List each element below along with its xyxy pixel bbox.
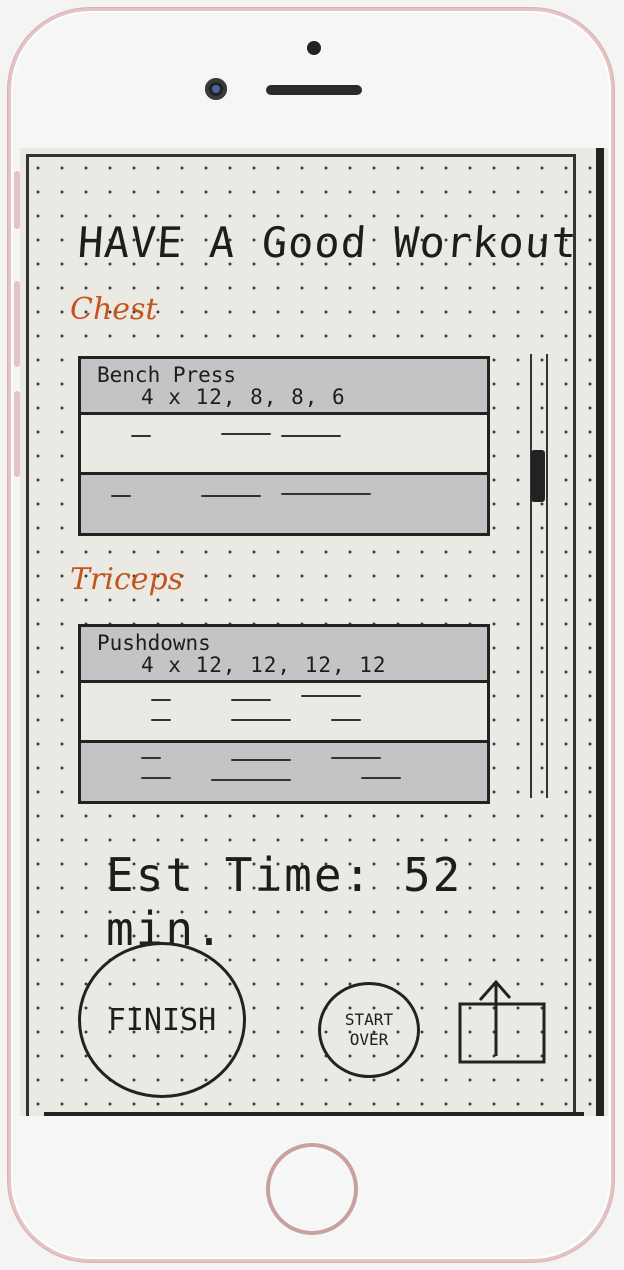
placeholder-line bbox=[111, 495, 131, 497]
bottom-edge bbox=[44, 1112, 584, 1116]
placeholder-line bbox=[201, 495, 261, 497]
list-item[interactable] bbox=[81, 475, 487, 533]
placeholder-line bbox=[211, 779, 291, 781]
exercise-name: Pushdowns bbox=[97, 631, 211, 655]
placeholder-line bbox=[301, 695, 361, 697]
paper-shadow-edge bbox=[596, 148, 604, 1116]
home-button[interactable] bbox=[266, 1143, 358, 1235]
placeholder-line bbox=[331, 719, 361, 721]
placeholder-line bbox=[131, 435, 151, 437]
section-title-chest: Chest bbox=[70, 292, 158, 327]
placeholder-line bbox=[331, 757, 381, 759]
front-camera bbox=[205, 78, 227, 100]
placeholder-line bbox=[281, 493, 371, 495]
exercise-list-chest: Bench Press 4 x 12, 8, 8, 6 bbox=[78, 356, 490, 536]
share-button[interactable] bbox=[454, 972, 550, 1068]
exercise-list-triceps: Pushdowns 4 x 12, 12, 12, 12 bbox=[78, 624, 490, 804]
placeholder-line bbox=[141, 777, 171, 779]
scrollbar-thumb[interactable] bbox=[531, 450, 545, 502]
exercise-sets: 4 x 12, 8, 8, 6 bbox=[141, 385, 346, 409]
list-item[interactable]: Pushdowns 4 x 12, 12, 12, 12 bbox=[81, 627, 487, 683]
section-title-triceps: Triceps bbox=[70, 562, 184, 597]
earpiece-speaker bbox=[266, 85, 362, 95]
share-icon bbox=[458, 979, 546, 1064]
placeholder-line bbox=[361, 777, 401, 779]
placeholder-line bbox=[281, 435, 341, 437]
scrollbar[interactable] bbox=[530, 354, 548, 798]
list-item[interactable] bbox=[81, 743, 487, 801]
placeholder-line bbox=[231, 719, 291, 721]
list-item[interactable]: Bench Press 4 x 12, 8, 8, 6 bbox=[81, 359, 487, 415]
list-item[interactable] bbox=[81, 683, 487, 743]
estimated-time: Est Time: 52 min. bbox=[106, 848, 463, 956]
start-over-button[interactable]: START OVER bbox=[318, 982, 420, 1078]
proximity-sensor bbox=[307, 41, 321, 55]
placeholder-line bbox=[231, 699, 271, 701]
finish-button[interactable]: FINISH bbox=[78, 942, 246, 1098]
placeholder-line bbox=[231, 759, 291, 761]
placeholder-line bbox=[141, 757, 161, 759]
list-item[interactable] bbox=[81, 415, 487, 475]
placeholder-line bbox=[221, 433, 271, 435]
exercise-name: Bench Press bbox=[97, 363, 237, 387]
page-title: HAVE A Good Workout bbox=[76, 218, 580, 267]
placeholder-line bbox=[151, 699, 171, 701]
placeholder-line bbox=[151, 719, 171, 721]
app-screen: HAVE A Good Workout Chest Bench Press 4 … bbox=[20, 148, 608, 1116]
exercise-sets: 4 x 12, 12, 12, 12 bbox=[141, 653, 387, 677]
